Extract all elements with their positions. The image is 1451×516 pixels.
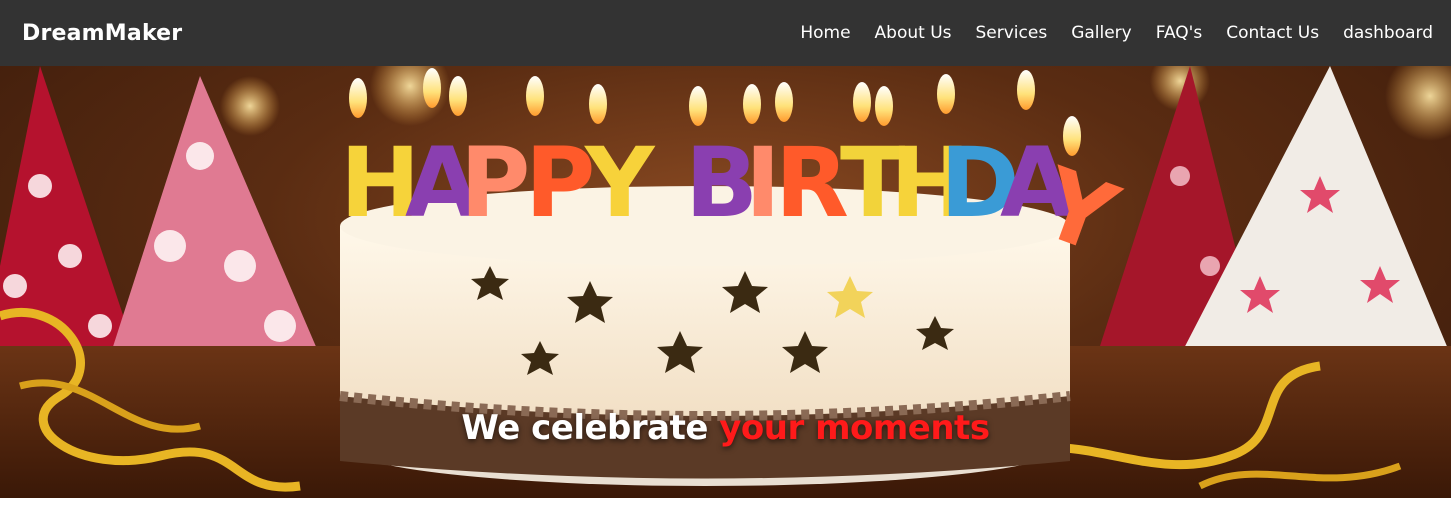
- nav-link-dashboard[interactable]: dashboard: [1343, 23, 1433, 43]
- nav-link-about-us[interactable]: About Us: [875, 23, 952, 43]
- nav-link-faqs[interactable]: FAQ's: [1156, 23, 1202, 43]
- svg-text:Y: Y: [584, 127, 656, 239]
- nav-link-gallery[interactable]: Gallery: [1071, 23, 1132, 43]
- tagline-red-text: your moments: [719, 408, 990, 448]
- party-hat-left-red: [0, 66, 140, 366]
- tagline-white-text: We celebrate: [461, 408, 708, 448]
- nav-link-home[interactable]: Home: [800, 23, 850, 43]
- top-navbar: DreamMaker Home About Us Services Galler…: [0, 0, 1451, 66]
- brand-logo[interactable]: DreamMaker: [22, 21, 182, 46]
- party-hat-left-pink: [110, 76, 320, 356]
- nav-link-contact-us[interactable]: Contact Us: [1226, 23, 1319, 43]
- svg-text:P: P: [460, 127, 530, 239]
- svg-text:R: R: [775, 127, 849, 239]
- nav-link-services[interactable]: Services: [976, 23, 1048, 43]
- nav-links: Home About Us Services Gallery FAQ's Con…: [800, 23, 1433, 43]
- hero-tagline: We celebrate your moments: [0, 408, 1451, 448]
